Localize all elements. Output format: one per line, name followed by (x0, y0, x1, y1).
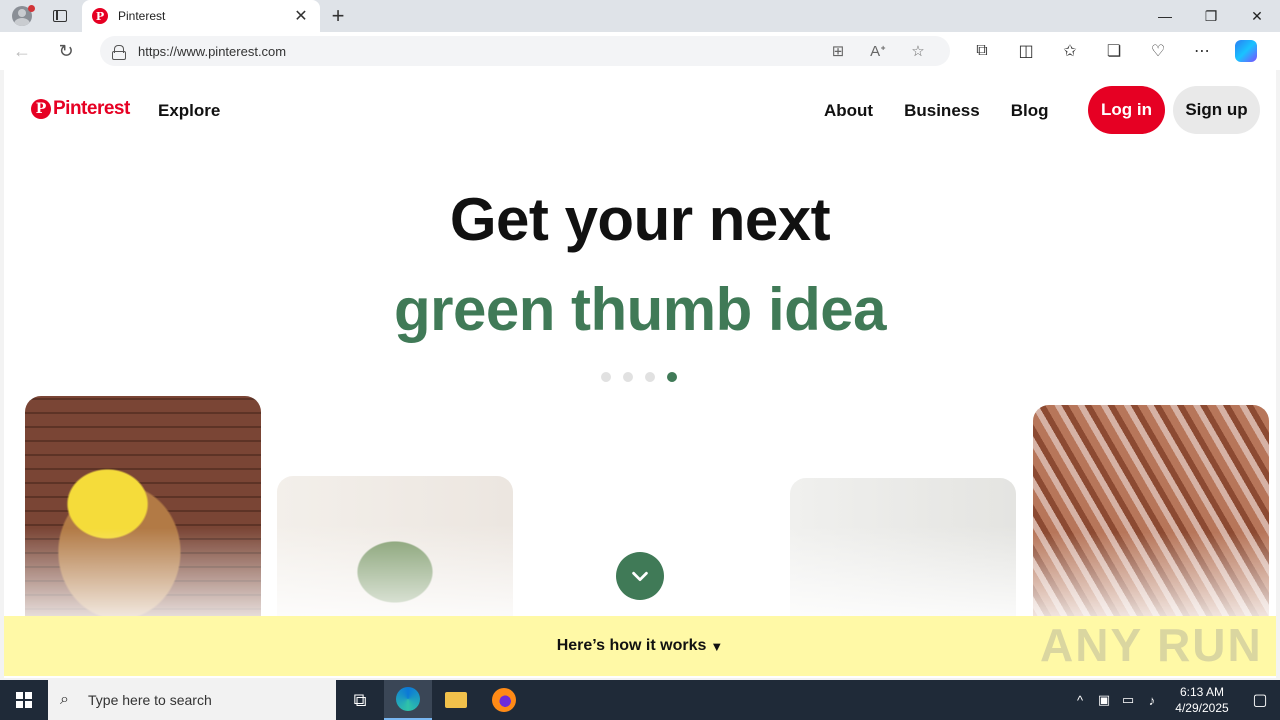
window-restore-button[interactable]: ❐ (1188, 0, 1234, 32)
carousel-dot[interactable] (601, 372, 611, 382)
site-header: P Pinterest Explore About Business Blog … (4, 70, 1276, 152)
firefox-taskbar-button[interactable] (480, 680, 528, 720)
edge-icon (396, 687, 420, 711)
notifications-icon[interactable]: ▢ (1240, 680, 1280, 720)
windows-logo-icon (16, 692, 32, 708)
pin-image-monstera-plant[interactable] (277, 476, 513, 636)
chevron-down-icon (632, 571, 648, 582)
extensions-icon[interactable]: ⧉ (960, 32, 1004, 70)
split-screen-icon[interactable]: ◫ (1004, 32, 1048, 70)
carousel-dots (601, 372, 689, 382)
pinterest-page: P Pinterest Explore About Business Blog … (4, 70, 1276, 678)
window-controls: — ❐ ✕ (1142, 0, 1280, 32)
start-button[interactable] (0, 680, 48, 720)
scroll-down-button[interactable] (616, 552, 664, 600)
browser-tools: ⧉ ◫ ✩ ❏ ♡ ⋯ (960, 32, 1268, 70)
search-placeholder: Type here to search (88, 692, 212, 708)
carousel-dot[interactable] (623, 372, 633, 382)
carousel-dot[interactable] (667, 372, 677, 382)
tab-title: Pinterest (118, 9, 166, 23)
favorite-star-icon[interactable]: ☆ (898, 42, 938, 60)
browser-tab-pinterest[interactable]: P Pinterest ✕ (82, 0, 320, 32)
volume-icon[interactable]: ♪ (1140, 693, 1164, 708)
more-menu-icon[interactable]: ⋯ (1180, 32, 1224, 70)
pinterest-logo-icon: P (31, 99, 51, 119)
meet-now-icon[interactable]: ▣ (1092, 692, 1116, 708)
task-view-button[interactable]: ⧉ (336, 680, 384, 720)
browser-toolbar: ← ↻ https://www.pinterest.com ⊞ Aᐩ ☆ ⧉ ◫… (0, 32, 1280, 70)
show-hidden-icons-chevron-icon[interactable]: ^ (1068, 693, 1092, 708)
file-explorer-taskbar-button[interactable] (432, 680, 480, 720)
tab-actions-button[interactable] (44, 0, 76, 32)
network-icon[interactable]: ▭ (1116, 692, 1140, 708)
how-it-works-label: Here’s how it works (556, 637, 707, 654)
copilot-button[interactable] (1224, 32, 1268, 70)
pin-image-tulip-bike-basket[interactable] (25, 396, 261, 636)
hero-heading: Get your next (449, 186, 831, 253)
tab-close-button[interactable]: ✕ (292, 6, 310, 26)
address-bar[interactable]: https://www.pinterest.com ⊞ Aᐩ ☆ (100, 36, 950, 66)
search-icon: ⌕ (60, 691, 69, 708)
business-link[interactable]: Business (904, 101, 980, 121)
pinterest-favicon-icon: P (92, 8, 108, 24)
pinterest-logo-text: Pinterest (53, 98, 130, 119)
new-tab-button[interactable]: + (320, 0, 356, 32)
explore-link[interactable]: Explore (158, 101, 220, 121)
copilot-icon (1235, 40, 1257, 62)
app-available-icon[interactable]: ⊞ (818, 42, 858, 60)
profile-button[interactable] (0, 0, 44, 32)
taskbar-clock[interactable]: 6:13 AM 4/29/2025 (1164, 684, 1240, 716)
window-close-button[interactable]: ✕ (1234, 0, 1280, 32)
tab-actions-icon (53, 10, 67, 22)
folder-icon (445, 692, 467, 708)
clock-date: 4/29/2025 (1175, 701, 1229, 715)
refresh-button[interactable]: ↻ (44, 32, 88, 70)
url-text[interactable]: https://www.pinterest.com (138, 44, 818, 59)
edge-taskbar-button[interactable] (384, 680, 432, 720)
taskbar-search[interactable]: ⌕ Type here to search (48, 680, 336, 720)
browser-essentials-icon[interactable]: ♡ (1136, 32, 1180, 70)
pin-image-red-garden[interactable] (1033, 405, 1269, 636)
pin-image-white-room-plant[interactable] (790, 478, 1016, 636)
login-button[interactable]: Log in (1088, 86, 1165, 134)
hero-subheading: green thumb idea (393, 276, 887, 343)
chevron-down-icon: ▼ (710, 638, 724, 654)
blog-link[interactable]: Blog (1011, 101, 1049, 121)
pinterest-logo[interactable]: P Pinterest (31, 98, 130, 120)
read-aloud-icon[interactable]: Aᐩ (858, 42, 898, 60)
collections-icon[interactable]: ❏ (1092, 32, 1136, 70)
anyrun-watermark: ANY RUN (1040, 619, 1263, 671)
system-tray: ^ ▣ ▭ ♪ 6:13 AM 4/29/2025 ▢ (1068, 680, 1280, 720)
clock-time: 6:13 AM (1179, 685, 1225, 699)
back-button[interactable]: ← (0, 32, 44, 70)
signup-button[interactable]: Sign up (1173, 86, 1260, 134)
browser-titlebar: P Pinterest ✕ + — ❐ ✕ (0, 0, 1280, 32)
profile-notification-dot (28, 5, 35, 12)
header-nav: About Business Blog (824, 101, 1079, 121)
carousel-dot[interactable] (645, 372, 655, 382)
favorites-icon[interactable]: ✩ (1048, 32, 1092, 70)
about-link[interactable]: About (824, 101, 873, 121)
window-minimize-button[interactable]: — (1142, 0, 1188, 32)
firefox-icon (492, 688, 516, 712)
windows-taskbar: ⌕ Type here to search ⧉ ^ ▣ ▭ ♪ 6:13 AM … (0, 680, 1280, 720)
lock-icon[interactable] (112, 44, 126, 60)
